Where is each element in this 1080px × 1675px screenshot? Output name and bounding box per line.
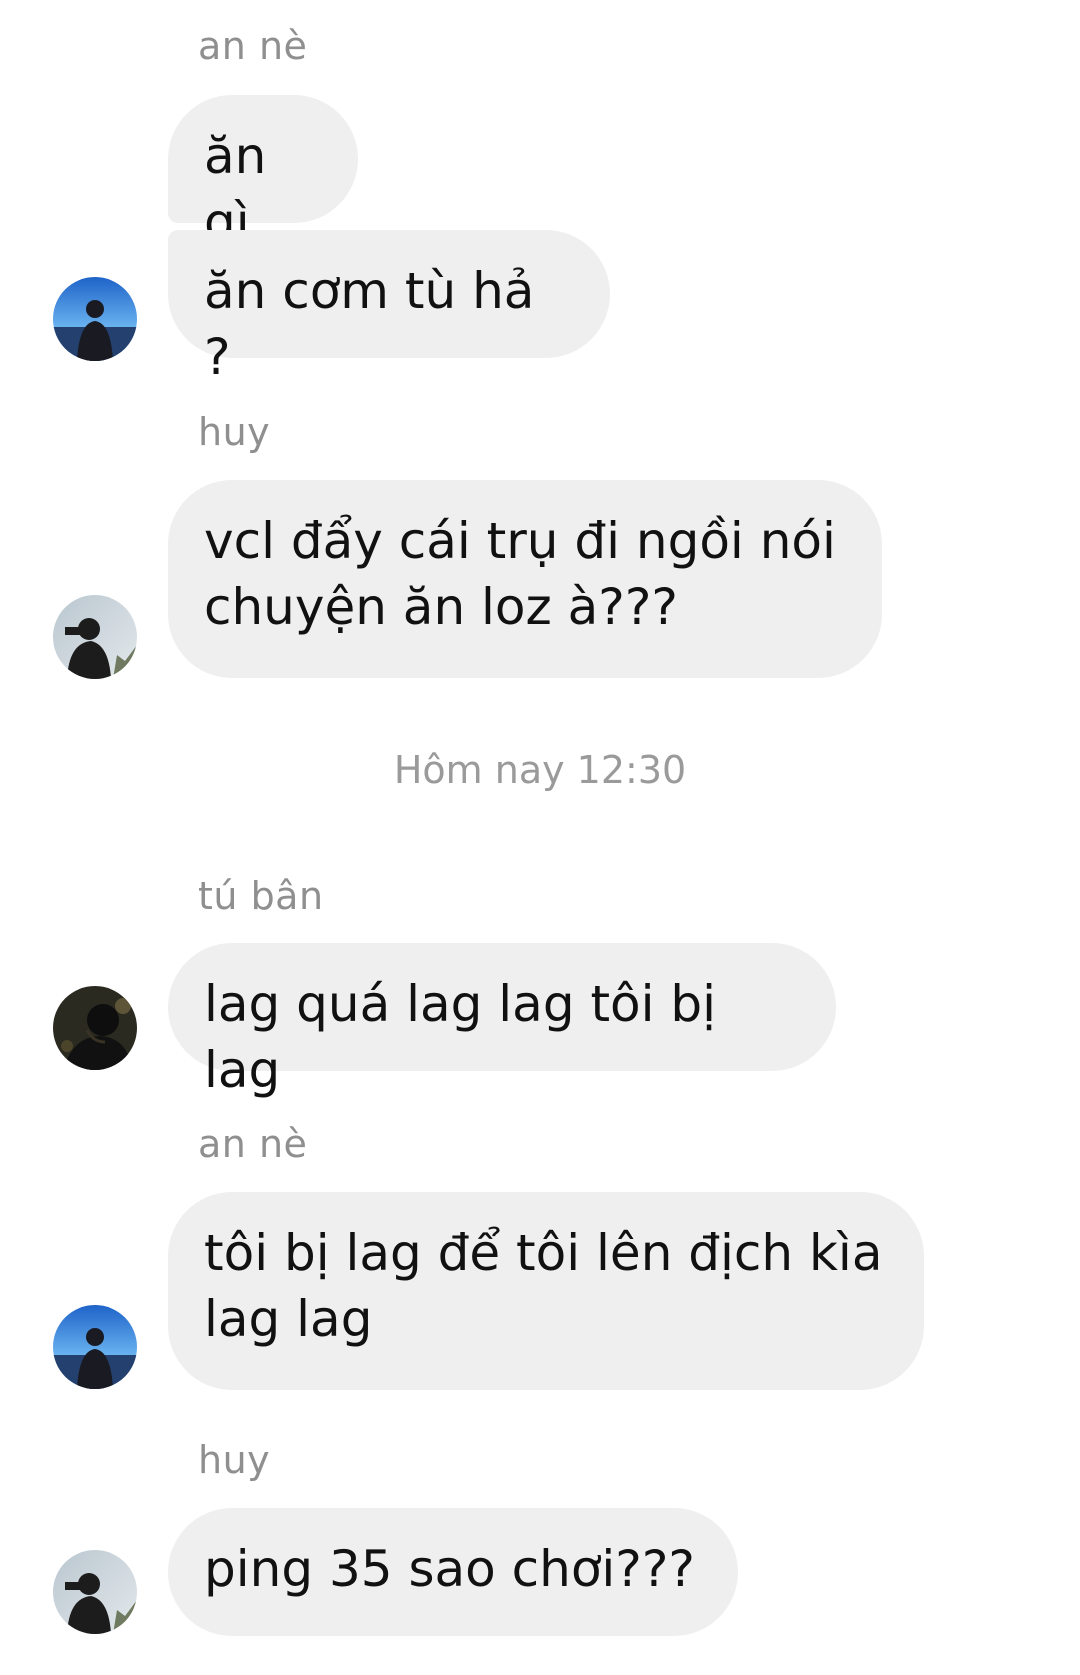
avatar-an-icon[interactable] bbox=[53, 277, 137, 361]
sender-name: an nè bbox=[198, 24, 308, 68]
message-bubble[interactable]: ăn gì bbox=[168, 95, 358, 251]
avatar-tu-icon[interactable] bbox=[53, 986, 137, 1070]
sender-name: huy bbox=[198, 410, 271, 454]
message-bubble[interactable]: vcl đẩy cái trụ đi ngồi nói chuyện ăn lo… bbox=[168, 480, 882, 678]
sender-name: huy bbox=[198, 1438, 271, 1482]
message-bubble[interactable]: tôi bị lag để tôi lên địch kìa lag lag bbox=[168, 1192, 924, 1390]
timestamp-divider: Hôm nay 12:30 bbox=[393, 748, 687, 792]
sender-name: an nè bbox=[198, 1122, 308, 1166]
chat-thread: an nè ăn gì ăn cơm tù hả ? huy vcl đẩy c… bbox=[0, 0, 1080, 1675]
sender-name: tú bân bbox=[198, 874, 324, 918]
avatar-an-icon[interactable] bbox=[53, 1305, 137, 1389]
avatar-huy-icon[interactable] bbox=[53, 595, 137, 679]
message-bubble[interactable]: ping 35 sao chơi??? bbox=[168, 1508, 738, 1636]
avatar-huy-icon[interactable] bbox=[53, 1550, 137, 1634]
message-bubble[interactable]: ăn cơm tù hả ? bbox=[168, 230, 610, 386]
message-bubble[interactable]: lag quá lag lag tôi bị lag bbox=[168, 943, 836, 1099]
